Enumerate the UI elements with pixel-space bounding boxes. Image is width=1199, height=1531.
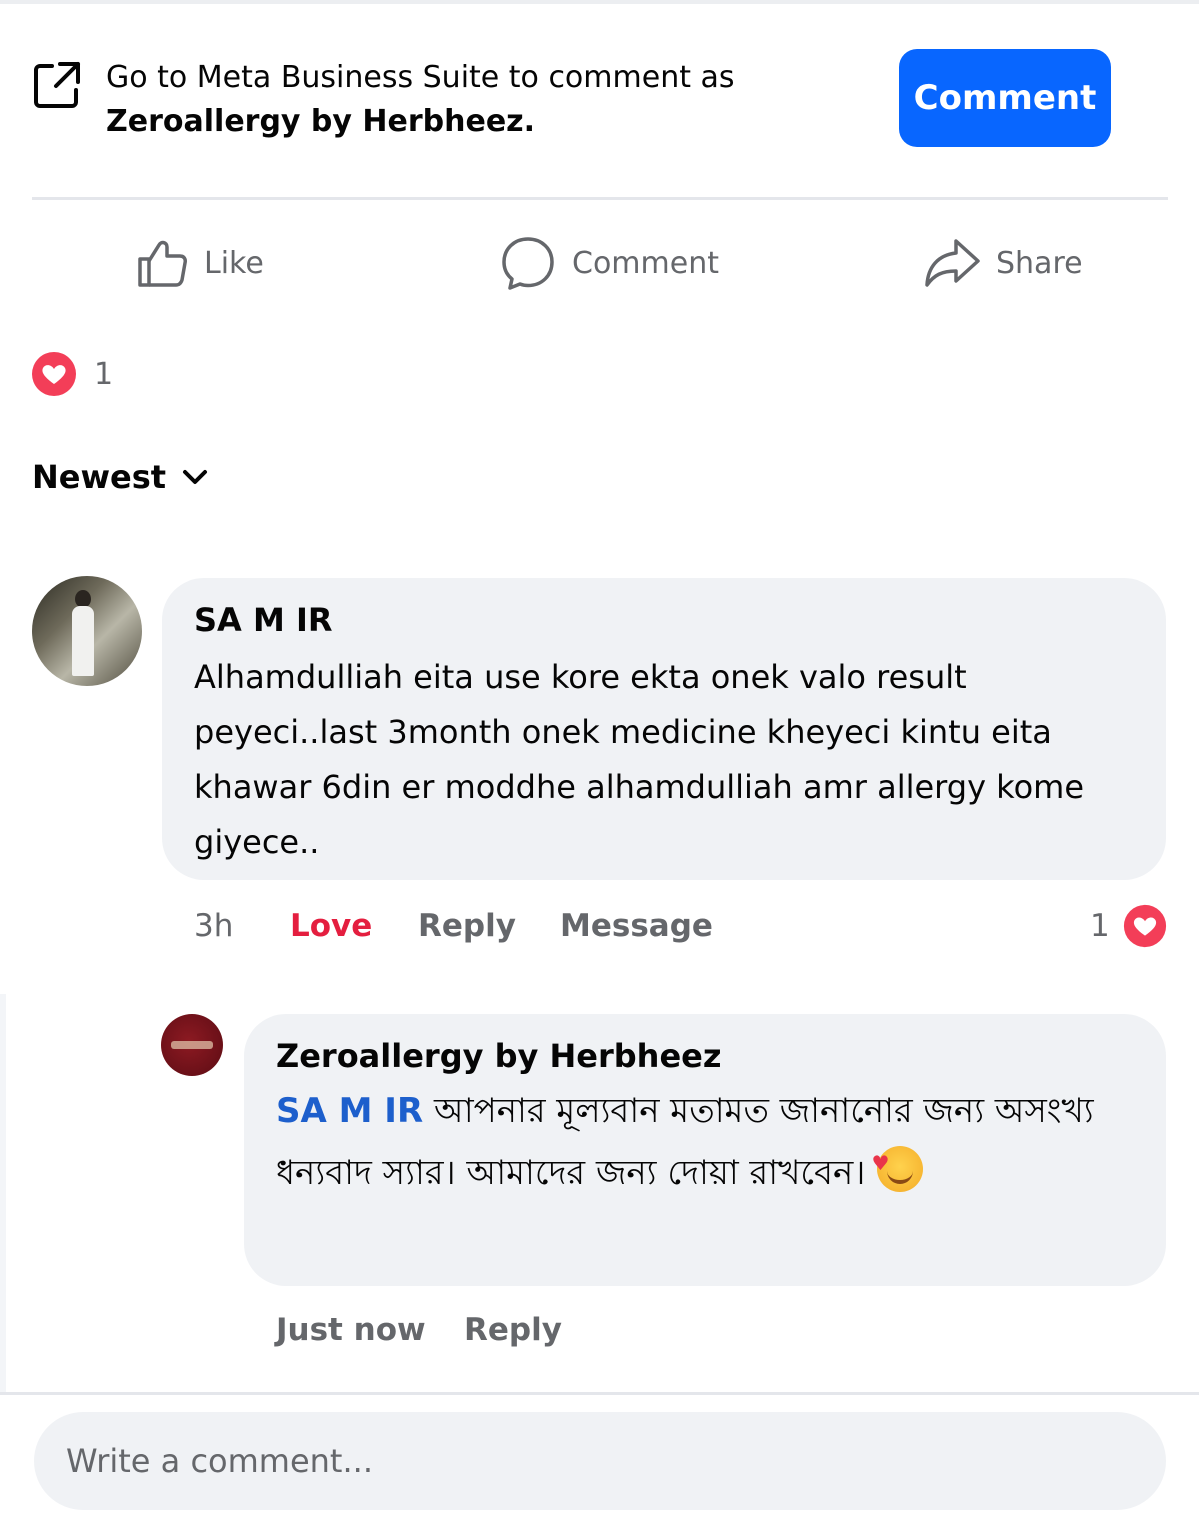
- write-comment-placeholder: Write a comment...: [66, 1442, 373, 1480]
- comment-bubble: SA M IR Alhamdulliah eita use kore ekta …: [162, 578, 1166, 880]
- comment-button[interactable]: Comment: [899, 49, 1111, 147]
- avatar[interactable]: [32, 576, 142, 686]
- page-avatar[interactable]: [161, 1014, 223, 1076]
- divider: [0, 1392, 1199, 1395]
- reply-thread: Zeroallergy by Herbheez SA M IR আপনার মূ…: [0, 994, 1199, 1392]
- top-border: [0, 0, 1199, 4]
- share-label: Share: [996, 245, 1083, 281]
- comment-reaction-count[interactable]: 1: [1090, 898, 1168, 954]
- like-action[interactable]: Like: [134, 228, 264, 298]
- comment-action[interactable]: Comment: [498, 228, 719, 298]
- reply-bubble: Zeroallergy by Herbheez SA M IR আপনার মূ…: [244, 1014, 1166, 1286]
- external-link-icon: [34, 62, 80, 108]
- love-button[interactable]: Love: [290, 908, 418, 944]
- comment-author[interactable]: SA M IR: [194, 596, 1134, 644]
- write-comment-input[interactable]: Write a comment...: [34, 1412, 1166, 1510]
- comment-bubble-icon: [502, 237, 554, 290]
- thumbs-up-icon: [138, 240, 187, 287]
- comment-sort-dropdown[interactable]: Newest: [32, 458, 210, 496]
- love-reaction-icon: [1123, 904, 1166, 948]
- divider: [32, 197, 1168, 200]
- comment-time[interactable]: 3h: [194, 908, 290, 944]
- reply-button[interactable]: Reply: [464, 1312, 562, 1348]
- smiling-face-with-hearts-icon: [871, 1132, 924, 1194]
- comment-reaction-number: 1: [1090, 908, 1110, 944]
- meta-business-suite-notice: Go to Meta Business Suite to comment as …: [106, 56, 866, 144]
- share-action[interactable]: Share: [922, 228, 1083, 298]
- sort-label: Newest: [32, 458, 167, 496]
- love-reaction-icon: [32, 352, 76, 396]
- reaction-count: 1: [94, 356, 114, 392]
- reply-time[interactable]: Just now: [276, 1312, 464, 1348]
- reply-author[interactable]: Zeroallergy by Herbheez: [276, 1032, 1134, 1080]
- reaction-summary[interactable]: 1: [30, 350, 113, 398]
- mention-link[interactable]: SA M IR: [276, 1091, 423, 1131]
- like-label: Like: [204, 245, 264, 281]
- message-button[interactable]: Message: [560, 908, 713, 944]
- chevron-down-icon: [183, 470, 208, 484]
- comment-meta: 3h Love Reply Message: [194, 898, 713, 954]
- reply-meta: Just now Reply: [276, 1302, 562, 1358]
- share-arrow-icon: [925, 239, 980, 287]
- notice-line-2: Zeroallergy by Herbheez.: [106, 104, 536, 139]
- notice-line-1: Go to Meta Business Suite to comment as: [106, 60, 735, 95]
- reply-button[interactable]: Reply: [418, 908, 560, 944]
- comment-text: Alhamdulliah eita use kore ekta onek val…: [194, 658, 1084, 861]
- comment-label: Comment: [572, 245, 719, 281]
- reply-text: SA M IR আপনার মূল্যবান মতামত জানানোর জন্…: [276, 1080, 1134, 1204]
